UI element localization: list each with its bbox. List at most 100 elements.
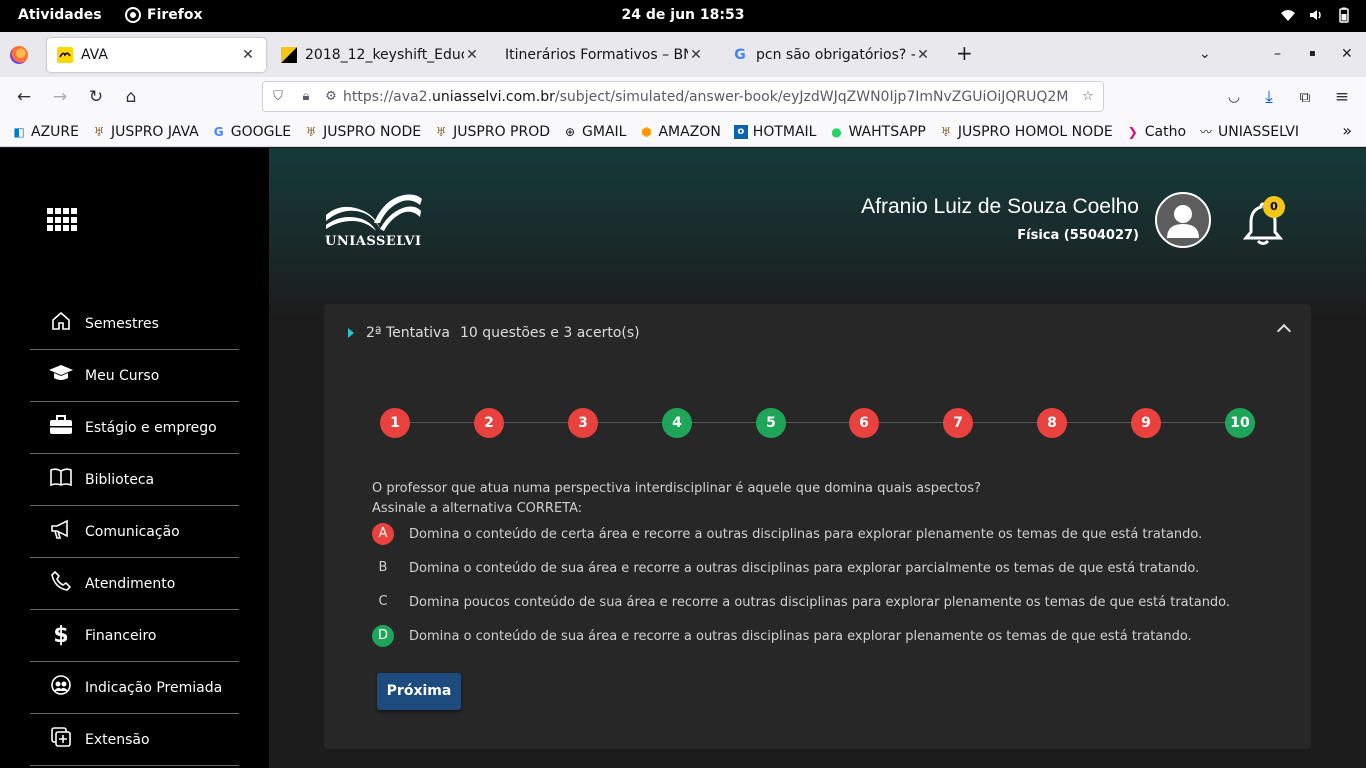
- user-silhouette-icon: [1167, 205, 1199, 238]
- attempt-header[interactable]: 2ª Tentativa 10 questões e 3 acerto(s): [348, 325, 640, 341]
- bookmark-uniasselvi[interactable]: 〰 UNIASSELVI: [1199, 124, 1299, 140]
- step-1[interactable]: 1: [380, 408, 410, 438]
- forward-icon[interactable]: →: [49, 86, 71, 108]
- clock[interactable]: 24 de jun 18:53: [0, 7, 1366, 23]
- home-icon: [48, 310, 74, 337]
- pdf-favicon-icon: [281, 47, 297, 63]
- question-stepper: 1 2 3 4 5 6 7 8 9 10: [380, 408, 1255, 438]
- step-7[interactable]: 7: [943, 408, 973, 438]
- tab-ava[interactable]: AVA ✕: [47, 38, 266, 72]
- sidebar-item-biblioteca[interactable]: Biblioteca: [30, 454, 239, 506]
- tracking-shield-icon[interactable]: ⛉: [263, 89, 293, 104]
- ava-favicon-icon: [57, 47, 73, 63]
- avatar[interactable]: [1155, 192, 1211, 248]
- sidebar-item-financeiro[interactable]: $ Financeiro: [30, 610, 239, 662]
- tab-pcn[interactable]: G pcn são obrigatórios? - Pe ✕: [722, 38, 941, 72]
- tab-strip: AVA ✕ 2018_12_keyshift_Educaç ✕ Itinerár…: [0, 32, 1366, 77]
- apps-grid-icon[interactable]: [47, 208, 77, 232]
- sidebar-item-extensao[interactable]: Extensão: [30, 714, 239, 766]
- sidebar-item-label: Estágio e emprego: [85, 419, 217, 436]
- sidebar-item-semestres[interactable]: Semestres: [30, 298, 239, 350]
- sidebar-item-indicacao[interactable]: Indicação Premiada: [30, 662, 239, 714]
- option-c[interactable]: C Domina poucos conteúdo de sua área e r…: [372, 591, 1230, 613]
- downloads-icon[interactable]: ⤓: [1258, 86, 1280, 108]
- step-8[interactable]: 8: [1037, 408, 1067, 438]
- bookmark-gmail[interactable]: ⊕ GMAIL: [563, 124, 626, 140]
- sidebar-item-atendimento[interactable]: Atendimento: [30, 558, 239, 610]
- back-icon[interactable]: ←: [13, 86, 35, 108]
- book-icon: [48, 466, 74, 493]
- close-tab-icon[interactable]: ✕: [915, 47, 931, 63]
- step-5[interactable]: 5: [756, 408, 786, 438]
- step-2[interactable]: 2: [474, 408, 504, 438]
- minimize-icon[interactable]: –: [1274, 46, 1281, 62]
- extensions-icon[interactable]: ⧉: [1294, 86, 1316, 108]
- option-b[interactable]: B Domina o conteúdo de sua área e recorr…: [372, 557, 1200, 579]
- tab-title: AVA: [81, 47, 108, 63]
- firefox-view-icon[interactable]: [10, 46, 28, 64]
- activities-button[interactable]: Atividades: [18, 7, 102, 23]
- bookmark-juspro-prod[interactable]: ♅ JUSPRO PROD: [434, 124, 550, 140]
- next-button[interactable]: Próxima: [377, 673, 461, 710]
- url-bar[interactable]: ⛉ 🔒︎ ⚙ https://ava2.uniasselvi.com.br/su…: [262, 81, 1104, 112]
- sidebar-item-meu-curso[interactable]: Meu Curso: [30, 350, 239, 402]
- google-icon: G: [213, 124, 224, 139]
- dollar-icon: $: [53, 623, 69, 648]
- maximize-icon[interactable]: ▪: [1309, 48, 1316, 59]
- close-tab-icon[interactable]: ✕: [464, 47, 480, 63]
- close-window-icon[interactable]: ✕: [1341, 46, 1353, 62]
- sidebar-item-label: Extensão: [85, 731, 150, 748]
- collapse-chevron-icon[interactable]: [1276, 323, 1292, 339]
- attempt-summary: 10 questões e 3 acerto(s): [459, 325, 640, 341]
- option-d[interactable]: D Domina o conteúdo de sua área e recorr…: [372, 625, 1192, 647]
- sidebar-item-label: Atendimento: [85, 575, 176, 592]
- system-top-bar: Atividades Firefox 24 de jun 18:53: [0, 0, 1366, 32]
- tab-title: pcn são obrigatórios? - Pe: [756, 47, 915, 63]
- add-copy-icon: [48, 726, 74, 753]
- bookmark-juspro-node[interactable]: ♅ JUSPRO NODE: [304, 124, 421, 140]
- step-9[interactable]: 9: [1131, 408, 1161, 438]
- reload-icon[interactable]: ↻: [85, 86, 107, 108]
- amazon-icon: ⬢: [641, 124, 652, 139]
- more-bookmarks-chevron-icon[interactable]: »: [1342, 121, 1352, 140]
- tab-keyshift[interactable]: 2018_12_keyshift_Educaç ✕: [271, 38, 490, 72]
- step-4[interactable]: 4: [662, 408, 692, 438]
- system-tray[interactable]: [1280, 7, 1352, 23]
- bookmark-whatsapp[interactable]: ● WAHTSAPP: [829, 124, 926, 140]
- sidebar-item-estagio[interactable]: Estágio e emprego: [30, 402, 239, 454]
- lock-icon[interactable]: 🔒︎: [293, 89, 319, 104]
- option-text: Domina o conteúdo de sua área e recorre …: [409, 560, 1200, 576]
- tab-itinerarios[interactable]: Itinerários Formativos – BNC ✕: [495, 38, 714, 72]
- bookmark-juspro-homol-node[interactable]: ♅ JUSPRO HOMOL NODE: [939, 124, 1112, 140]
- bookmark-star-icon[interactable]: ☆: [1073, 89, 1103, 104]
- bookmark-google[interactable]: G GOOGLE: [212, 124, 291, 140]
- close-tab-icon[interactable]: ✕: [688, 47, 704, 63]
- bookmark-azure[interactable]: ◧ AZURE: [12, 124, 79, 140]
- url-text[interactable]: https://ava2.uniasselvi.com.br/subject/s…: [343, 89, 1073, 105]
- new-tab-icon[interactable]: +: [956, 41, 973, 65]
- uniasselvi-logo[interactable]: UNIASSELVI: [324, 193, 424, 253]
- app-menu[interactable]: Firefox: [125, 7, 203, 23]
- option-letter: D: [372, 625, 394, 647]
- step-3[interactable]: 3: [568, 408, 598, 438]
- option-a[interactable]: A Domina o conteúdo de certa área e reco…: [372, 523, 1202, 545]
- phone-icon: [48, 570, 74, 597]
- bookmark-amazon[interactable]: ⬢ AMAZON: [639, 124, 721, 140]
- permissions-icon[interactable]: ⚙: [319, 89, 343, 104]
- sidebar-item-comunicacao[interactable]: Comunicação: [30, 506, 239, 558]
- bookmark-hotmail[interactable]: o HOTMAIL: [733, 124, 816, 140]
- step-6[interactable]: 6: [849, 408, 879, 438]
- sidebar-item-label: Indicação Premiada: [85, 679, 223, 696]
- bookmark-juspro-java[interactable]: ♅ JUSPRO JAVA: [92, 124, 199, 140]
- attempt-label: 2ª Tentativa: [366, 325, 450, 341]
- hamburger-menu-icon[interactable]: ≡: [1331, 86, 1353, 108]
- catho-icon: ❯: [1127, 124, 1138, 139]
- bookmark-catho[interactable]: ❯ Catho: [1126, 124, 1186, 140]
- option-letter: A: [372, 523, 394, 545]
- close-tab-icon[interactable]: ✕: [240, 47, 256, 63]
- list-all-tabs-chevron-icon[interactable]: ⌄: [1199, 46, 1211, 62]
- step-10[interactable]: 10: [1225, 408, 1255, 438]
- home-icon[interactable]: ⌂: [120, 86, 142, 108]
- whatsapp-icon: ●: [831, 124, 842, 139]
- pocket-icon[interactable]: ◡: [1223, 86, 1245, 108]
